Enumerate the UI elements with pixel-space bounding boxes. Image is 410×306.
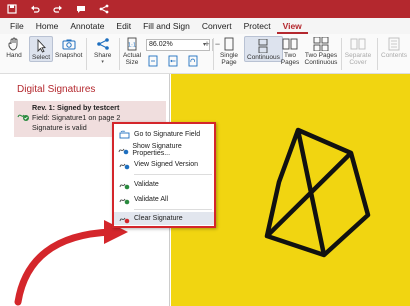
actual-size-button[interactable]: 1:1 Actual Size [122, 36, 142, 66]
ribbon-separator [86, 38, 87, 70]
signature-status: Signature is valid [32, 123, 87, 132]
share-icon[interactable] [98, 4, 109, 15]
menu-item-label: Validate [134, 181, 159, 188]
two-pages-button[interactable]: Two Pages [280, 36, 300, 66]
select-label: Select [32, 54, 51, 61]
fit-page-icon[interactable] [148, 55, 158, 69]
ribbon-separator [341, 38, 342, 70]
contents-icon [386, 36, 402, 52]
snapshot-button[interactable]: Snapshot [55, 36, 82, 59]
share-dropdown-arrow-icon: ▾ [101, 59, 104, 65]
goto-field-icon [114, 130, 134, 140]
menu-bar: File Home Annotate Edit Fill and Sign Co… [0, 18, 410, 34]
zoom-in-button[interactable]: + [202, 39, 212, 51]
two-pages-continuous-icon [313, 36, 329, 52]
menu-item-label: Go to Signature Field [134, 131, 201, 138]
undo-icon[interactable] [29, 4, 40, 15]
comment-icon[interactable] [75, 4, 86, 15]
redo-icon[interactable] [52, 4, 63, 15]
ribbon-separator [119, 38, 120, 70]
ribbon-separator [377, 38, 378, 70]
snapshot-label: Snapshot [55, 52, 83, 59]
signature-field: Field: Signature1 on page 2 [32, 113, 121, 122]
two-pages-icon [282, 36, 298, 52]
validate-all-icon [114, 195, 134, 205]
contents-button[interactable]: Contents [381, 36, 407, 59]
title-bar [0, 0, 410, 18]
page-fit-tools [148, 55, 210, 69]
menu-protect[interactable]: Protect [238, 20, 277, 34]
camera-icon [61, 36, 77, 52]
hand-button[interactable]: Hand [6, 36, 22, 59]
save-icon[interactable] [6, 4, 17, 15]
rotate-icon[interactable] [188, 55, 198, 69]
separate-cover-label: Separate Cover [344, 52, 372, 66]
menu-item-view-signed-version[interactable]: View Signed Version [114, 158, 214, 171]
continuous-button[interactable]: Continuous [244, 36, 283, 62]
hand-icon [6, 36, 22, 52]
menu-fill-and-sign[interactable]: Fill and Sign [137, 20, 196, 34]
zoom-out-button[interactable]: − [212, 39, 222, 51]
menu-annotate[interactable]: Annotate [64, 20, 110, 34]
continuous-icon [255, 38, 271, 54]
actual-size-icon: 1:1 [124, 36, 140, 52]
clear-signature-icon [114, 214, 134, 224]
single-page-icon [221, 36, 237, 52]
continuous-label: Continuous [247, 54, 280, 61]
share-button[interactable]: Share ▾ [94, 36, 111, 65]
menu-item-label: View Signed Version [134, 161, 199, 168]
signature-properties-icon [114, 145, 132, 155]
menu-edit[interactable]: Edit [110, 20, 137, 34]
menu-home[interactable]: Home [30, 20, 65, 34]
actual-size-label: Actual Size [122, 52, 142, 66]
zoom-select[interactable]: 86.02% ▾ [146, 39, 210, 51]
two-pages-label: Two Pages [280, 52, 300, 66]
signature-title: Rev. 1: Signed by testcert [32, 103, 120, 112]
two-pages-continuous-button[interactable]: Two Pages Continuous [304, 36, 338, 66]
hand-label: Hand [6, 52, 22, 59]
single-page-label: Single Page [219, 52, 239, 66]
menu-file[interactable]: File [4, 20, 30, 34]
menu-item-label: Validate All [134, 196, 169, 203]
contents-label: Contents [381, 52, 408, 59]
menu-item-label: Show Signature Properties... [132, 142, 182, 157]
menu-item-clear-signature[interactable]: Clear Signature [114, 212, 214, 225]
single-page-button[interactable]: Single Page [220, 36, 238, 66]
fit-width-icon[interactable] [168, 55, 178, 69]
two-pages-continuous-label: Two Pages Continuous [304, 52, 338, 66]
menu-item-label: Clear Signature [134, 215, 183, 222]
signature-context-menu: Go to Signature Field Show Signature Pro… [112, 122, 216, 228]
validate-icon [114, 180, 134, 190]
menu-separator [134, 209, 212, 210]
menu-item-validate-all[interactable]: Validate All [114, 193, 214, 206]
panel-title: Digital Signatures [17, 84, 96, 95]
select-button[interactable]: Select [29, 36, 54, 62]
menu-separator [134, 174, 212, 175]
view-signed-icon [114, 160, 134, 170]
menu-item-validate[interactable]: Validate [114, 178, 214, 191]
menu-view[interactable]: View [276, 20, 308, 34]
separate-cover-button[interactable]: Separate Cover [344, 36, 372, 66]
share-label: Share [94, 52, 112, 59]
zoom-value: 86.02% [149, 41, 173, 48]
menu-convert[interactable]: Convert [196, 20, 238, 34]
valid-signature-icon [17, 109, 30, 124]
menu-item-go-to-signature-field[interactable]: Go to Signature Field [114, 128, 214, 141]
select-cursor-icon [33, 38, 49, 54]
separate-cover-icon [350, 36, 366, 52]
menu-item-show-signature-properties[interactable]: Show Signature Properties... [114, 142, 214, 157]
svg-text:1:1: 1:1 [128, 43, 136, 49]
share-network-icon [95, 36, 111, 52]
